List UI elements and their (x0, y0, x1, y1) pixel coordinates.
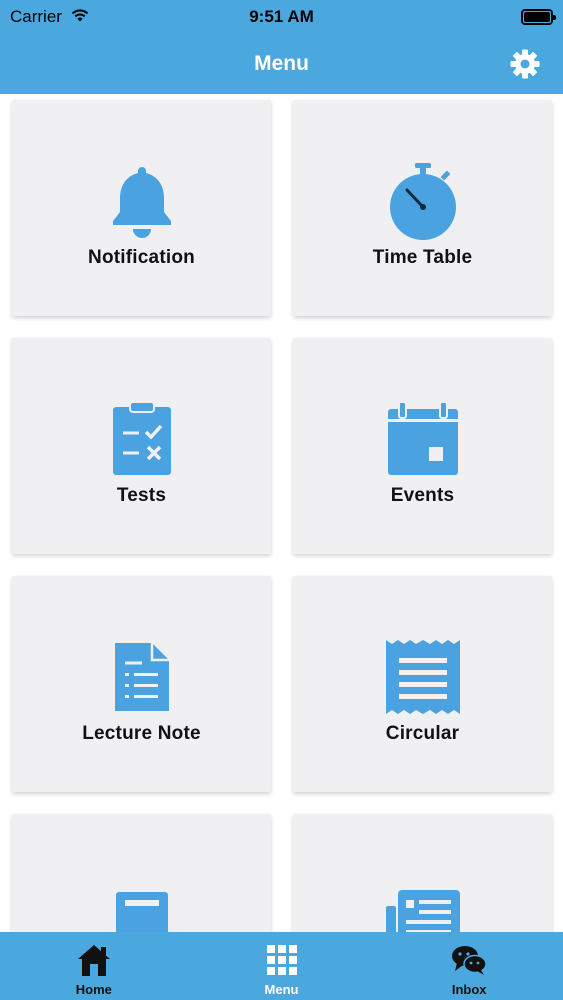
wifi-icon (70, 7, 90, 28)
tile-label: Circular (385, 723, 460, 744)
tile-newspaper[interactable] (293, 814, 552, 932)
stopwatch-icon (383, 161, 463, 241)
clipboard-checklist-icon (102, 399, 182, 479)
tile-time-table[interactable]: Time Table (293, 100, 552, 316)
document-list-icon (102, 637, 182, 717)
receipt-icon (383, 637, 463, 717)
chat-bubbles-icon (449, 940, 489, 980)
tile-circular[interactable]: Circular (293, 576, 552, 792)
carrier-label: Carrier (10, 7, 62, 26)
tile-label: Time Table (372, 247, 473, 268)
tile-label: Tests (116, 485, 167, 506)
tile-label: Lecture Note (82, 723, 201, 744)
book-icon (102, 886, 182, 932)
newspaper-icon (383, 886, 463, 932)
tab-bar: Home Menu Inbox (0, 932, 563, 1000)
tile-lecture-note[interactable]: Lecture Note (12, 576, 271, 792)
tab-home[interactable]: Home (0, 932, 188, 1000)
tile-book[interactable] (12, 814, 271, 932)
status-bar: Carrier 9:51 AM (0, 0, 563, 34)
tile-label: Notification (88, 247, 195, 268)
page-title: Menu (254, 52, 309, 75)
tile-label: Events (390, 485, 455, 506)
navigation-bar: Menu (0, 34, 563, 94)
calendar-icon (383, 399, 463, 479)
tab-label: Menu (264, 982, 299, 997)
tab-label: Home (75, 982, 112, 997)
tab-inbox[interactable]: Inbox (375, 932, 563, 1000)
tile-tests[interactable]: Tests (12, 338, 271, 554)
gear-icon[interactable] (509, 48, 541, 80)
tile-notification[interactable]: Notification (12, 100, 271, 316)
menu-grid: Notification Time Table Tests Events Lec… (0, 94, 563, 932)
bell-icon (102, 161, 182, 241)
tile-events[interactable]: Events (293, 338, 552, 554)
battery-icon (521, 9, 556, 25)
tab-label: Inbox (451, 982, 487, 997)
home-icon (74, 940, 114, 980)
tab-menu[interactable]: Menu (188, 932, 376, 1000)
menu-screen: Carrier 9:51 AM Menu Notification Time T… (0, 0, 563, 1000)
grid-icon (262, 940, 302, 980)
